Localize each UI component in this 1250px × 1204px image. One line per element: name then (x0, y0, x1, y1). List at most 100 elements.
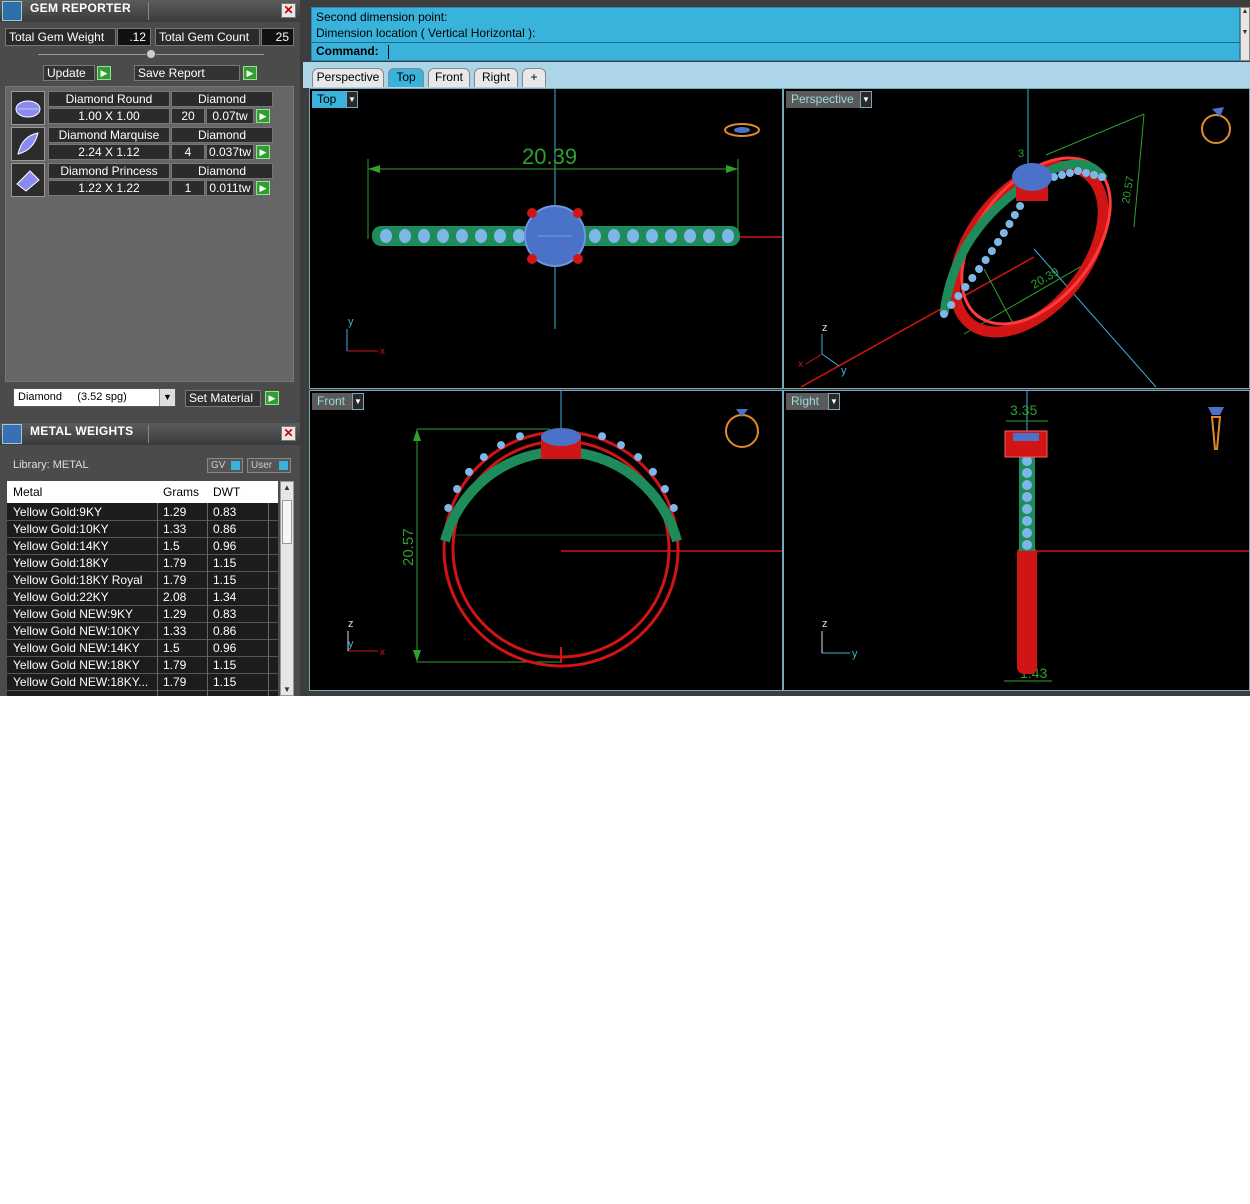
save-report-button[interactable]: Save Report (134, 65, 240, 81)
viewport-menu-chevron-icon[interactable]: ▼ (860, 91, 872, 108)
save-report-play-icon[interactable]: ▶ (243, 66, 257, 80)
scroll-down-icon[interactable]: ▼ (282, 685, 292, 694)
metal-table-scrollbar[interactable]: ▲ ▼ (280, 481, 294, 696)
material-select[interactable]: Diamond (3.52 spg) ▼ (13, 388, 176, 407)
gem-row[interactable]: Diamond Princess Diamond 1.22 X 1.22 1 0… (11, 163, 273, 197)
add-tab-icon[interactable]: + (522, 68, 546, 87)
column-header-dwt[interactable]: DWT (213, 485, 240, 499)
side-stone (975, 265, 984, 273)
viewport-top[interactable]: 20.39 x y Top ▼ (309, 88, 783, 389)
update-button[interactable]: Update (43, 65, 95, 81)
viewport-label-perspective[interactable]: Perspective (786, 91, 862, 108)
chevron-down-icon[interactable]: ▼ (159, 389, 175, 406)
viewport-menu-chevron-icon[interactable]: ▼ (352, 393, 364, 410)
metal-name-cell: Yellow Gold NEW:14KY (13, 641, 140, 655)
command-scrollbar[interactable]: ▲ ▼ (1240, 7, 1250, 61)
gem-select-play-icon[interactable]: ▶ (256, 145, 270, 159)
side-stone (479, 453, 488, 462)
dwt-cell: 1.15 (213, 658, 237, 672)
scroll-up-icon[interactable]: ▲ (282, 483, 292, 492)
column-header-grams[interactable]: Grams (163, 485, 199, 499)
axis-y-label: y (841, 365, 847, 377)
front-dimension-label: 20.57 (400, 528, 417, 566)
table-row[interactable]: Yellow Gold NEW:9KY 1.29 0.83 (7, 606, 278, 623)
toggle-indicator (279, 461, 288, 470)
side-stone (456, 229, 468, 243)
grams-cell: 1.79 (163, 675, 187, 689)
tab-right[interactable]: Right (474, 68, 518, 87)
user-toggle[interactable]: User (247, 458, 291, 473)
table-row[interactable]: Yellow Gold:14KY 1.5 0.96 (7, 538, 278, 555)
side-stone (515, 432, 524, 441)
side-stone (634, 453, 643, 462)
gem-weight: 0.011tw (206, 180, 254, 196)
right-dimension-top: 3.35 (1010, 402, 1037, 418)
tab-top[interactable]: Top (388, 68, 424, 87)
side-stone (961, 283, 970, 291)
gem-select-play-icon[interactable]: ▶ (256, 109, 270, 123)
side-stone (947, 301, 956, 309)
gem-reporter-close-icon[interactable]: ✕ (281, 3, 296, 18)
grams-cell: 1.33 (163, 522, 187, 536)
viewport-menu-chevron-icon[interactable]: ▼ (346, 91, 358, 108)
viewport-label-top[interactable]: Top (312, 91, 348, 108)
side-stone (1082, 169, 1090, 177)
table-row[interactable]: Yellow Gold:18KY Royal 1.79 1.15 (7, 572, 278, 589)
side-stone (722, 229, 734, 243)
scrollbar-thumb[interactable] (282, 500, 292, 544)
side-stone (1058, 171, 1066, 179)
set-material-button[interactable]: Set Material (185, 390, 261, 407)
set-material-play-icon[interactable]: ▶ (265, 391, 279, 405)
marquise-gem-icon (11, 127, 45, 161)
side-stone (999, 229, 1008, 237)
table-row[interactable]: Yellow Gold NEW:18KY... 1.79 1.15 (7, 674, 278, 691)
tab-front[interactable]: Front (428, 68, 470, 87)
metal-weights-table: Metal Grams DWT Yellow Gold:9KY 1.29 0.83 Y… (7, 481, 278, 696)
side-stone (1022, 504, 1032, 514)
gem-row[interactable]: Diamond Round Diamond 1.00 X 1.00 20 0.0… (11, 91, 273, 125)
material-select-value: Diamond (3.52 spg) (18, 391, 127, 403)
side-stone (1010, 211, 1019, 219)
side-stone (1090, 171, 1098, 179)
gem-reporter-icon (2, 1, 22, 21)
grams-cell: 1.29 (163, 607, 187, 621)
side-stone (1098, 173, 1106, 181)
total-gem-weight-label: Total Gem Weight (5, 28, 116, 46)
matrix-app-window: GEM REPORTER ✕ Total Gem Weight .12 Tota… (0, 0, 1250, 696)
gv-toggle[interactable]: GV (207, 458, 243, 473)
table-row[interactable]: Yellow Gold NEW:18KY 1.79 1.15 (7, 657, 278, 674)
table-row[interactable]: Yellow Gold:22KY 2.08 1.34 (7, 589, 278, 606)
grams-cell: 2.08 (163, 590, 187, 604)
update-play-icon[interactable]: ▶ (97, 66, 111, 80)
slider-knob[interactable] (146, 49, 156, 59)
side-stone (665, 229, 677, 243)
gem-row[interactable]: Diamond Marquise Diamond 2.24 X 1.12 4 0… (11, 127, 273, 161)
side-stone (453, 485, 462, 493)
viewport-front[interactable]: 20.57 x z y Front ▼ (309, 390, 783, 691)
viewport-right[interactable]: 3.35 1.43 y z Right ▼ (783, 390, 1250, 691)
gem-reporter-header: GEM REPORTER ✕ (0, 0, 300, 22)
metal-weights-close-icon[interactable]: ✕ (281, 426, 296, 441)
grams-cell: 1.29 (163, 505, 187, 519)
table-row[interactable]: Yellow Gold NEW:10KY 1.33 0.86 (7, 623, 278, 640)
tab-perspective[interactable]: Perspective (312, 68, 384, 87)
viewport-menu-chevron-icon[interactable]: ▼ (828, 393, 840, 410)
ring-preview-icon (1201, 114, 1231, 144)
table-row[interactable]: Yellow Gold:10KY 1.33 0.86 (7, 521, 278, 538)
viewport-label-right[interactable]: Right (786, 393, 830, 410)
viewport-perspective[interactable]: 20.57 20.39 3 z y x Perspective ▼ (783, 88, 1250, 389)
viewport-label-front[interactable]: Front (312, 393, 354, 410)
gem-select-play-icon[interactable]: ▶ (256, 181, 270, 195)
side-stone (1022, 528, 1032, 538)
table-row[interactable]: Yellow Gold:9KY 1.29 0.83 (7, 504, 278, 521)
table-row[interactable]: Yellow Gold NEW:14KY 1.5 0.96 (7, 640, 278, 657)
table-row[interactable]: Yellow Gold:18KY 1.79 1.15 (7, 555, 278, 572)
column-header-metal[interactable]: Metal (13, 485, 42, 499)
command-input[interactable]: Command: (312, 42, 1241, 61)
side-stone (444, 503, 453, 512)
side-stone (380, 229, 392, 243)
header-separator (148, 425, 149, 443)
column-divider (207, 503, 208, 696)
grams-cell: 1.5 (163, 641, 180, 655)
right-view-drawing: 3.35 1.43 y z (821, 391, 1249, 682)
